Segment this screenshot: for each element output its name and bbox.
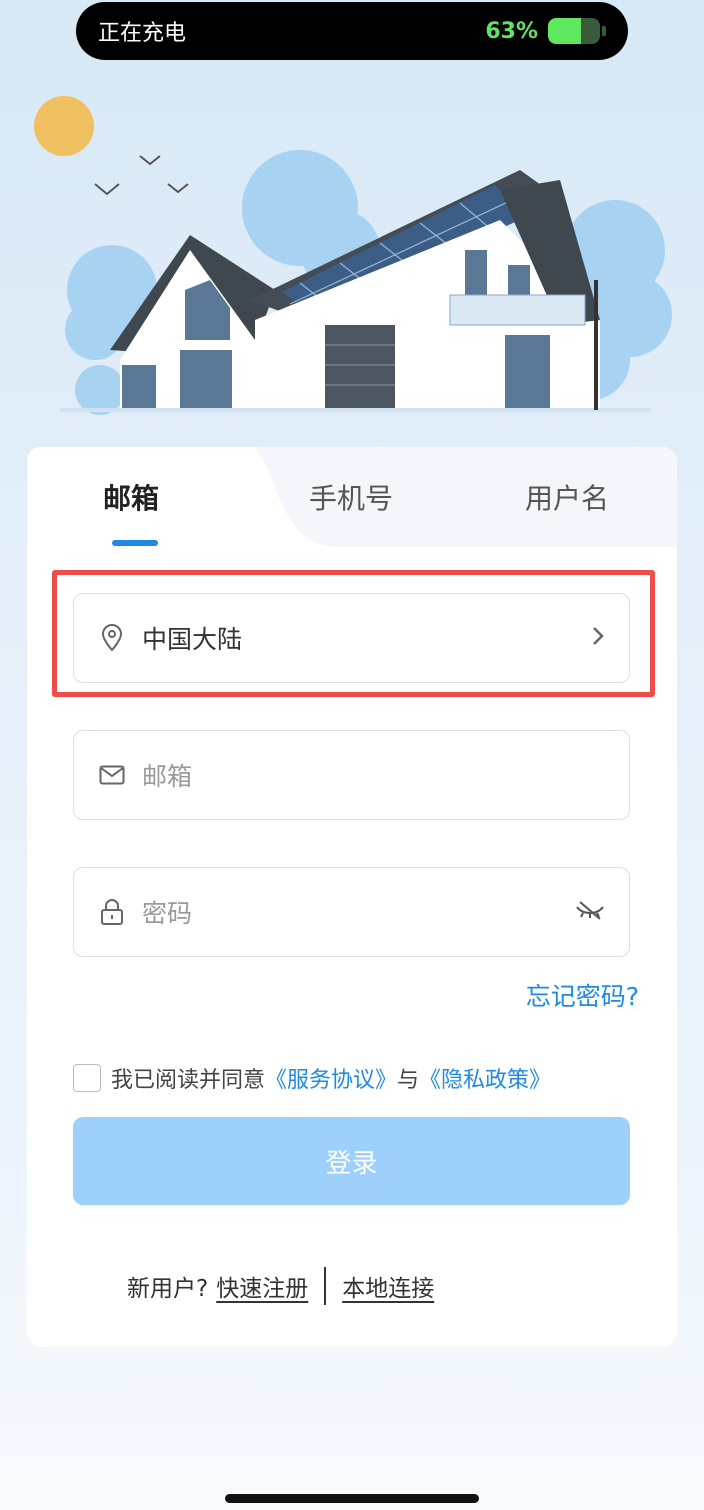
- tab-email[interactable]: 邮箱: [103, 477, 159, 517]
- home-indicator: [225, 1494, 479, 1503]
- region-selector[interactable]: 中国大陆: [73, 593, 630, 683]
- new-user-label: 新用户?: [127, 1276, 209, 1302]
- eye-off-icon[interactable]: [575, 899, 605, 925]
- login-tabs: 邮箱 手机号 用户名: [27, 447, 677, 547]
- bottom-links: 新用户? 快速注册 本地连接: [127, 1267, 434, 1305]
- agreement-row: 我已阅读并同意 《服务协议》 与 《隐私政策》: [73, 1062, 551, 1094]
- charging-status: 正在充电: [98, 21, 187, 46]
- active-tab-indicator: [112, 540, 158, 546]
- tab-username[interactable]: 用户名: [525, 477, 609, 517]
- email-field[interactable]: 邮箱: [73, 730, 630, 820]
- house-illustration: [34, 96, 672, 415]
- lock-icon: [98, 898, 126, 926]
- email-placeholder: 邮箱: [142, 762, 193, 791]
- battery-indicator: 63%: [485, 18, 606, 44]
- chevron-right-icon: [591, 625, 605, 651]
- forgot-password-link[interactable]: 忘记密码?: [526, 977, 639, 1013]
- privacy-policy-link[interactable]: 《隐私政策》: [419, 1062, 551, 1094]
- login-button[interactable]: 登录: [73, 1117, 630, 1205]
- agreement-checkbox[interactable]: [73, 1064, 101, 1092]
- birds: [94, 155, 189, 196]
- quick-register-link[interactable]: 快速注册: [216, 1269, 308, 1303]
- service-agreement-link[interactable]: 《服务协议》: [265, 1062, 397, 1094]
- login-card: 邮箱 手机号 用户名 中国大陆 邮箱 密码 忘记密码? 我已阅读并同意 《服务协…: [27, 447, 677, 1347]
- battery-percent: 63%: [485, 18, 538, 44]
- sun: [34, 96, 94, 156]
- local-connect-link[interactable]: 本地连接: [342, 1269, 434, 1303]
- password-placeholder: 密码: [142, 899, 193, 928]
- battery-icon: [548, 18, 600, 44]
- link-divider: [324, 1267, 327, 1305]
- region-value: 中国大陆: [142, 625, 243, 654]
- agreement-joiner: 与: [397, 1068, 420, 1093]
- battery-fill: [548, 18, 581, 44]
- status-bar: 正在充电 63%: [76, 2, 628, 60]
- tab-phone[interactable]: 手机号: [309, 477, 393, 517]
- password-field[interactable]: 密码: [73, 867, 630, 957]
- mail-icon: [98, 761, 126, 789]
- battery-cap: [602, 26, 606, 36]
- location-pin-icon: [98, 624, 126, 652]
- agreement-prefix: 我已阅读并同意: [111, 1068, 266, 1093]
